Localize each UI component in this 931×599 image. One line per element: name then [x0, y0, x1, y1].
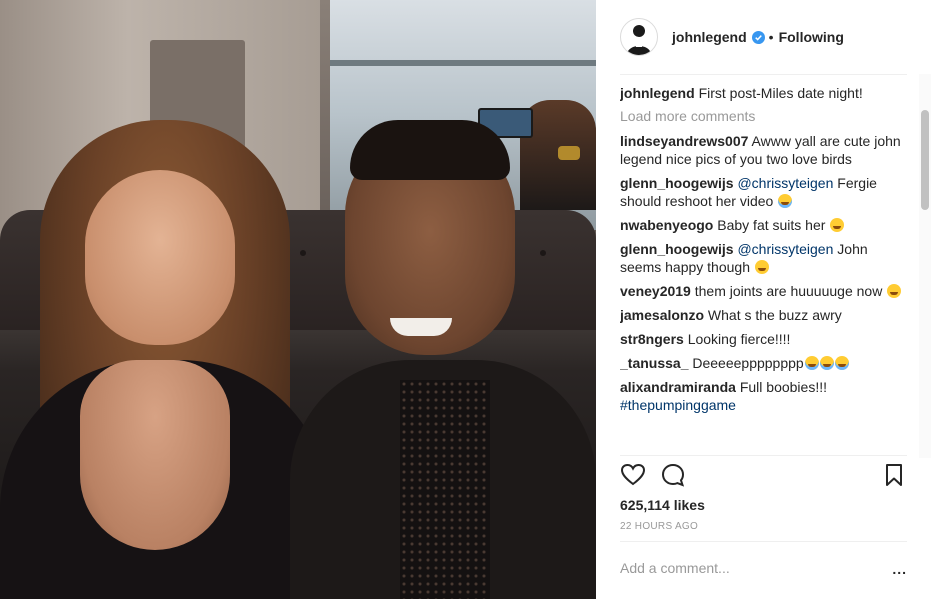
booth-tuft: [300, 250, 306, 256]
caption-username[interactable]: johnlegend: [620, 85, 695, 101]
comment-text: Baby fat suits her: [717, 217, 826, 233]
post-timestamp[interactable]: 22 HOURS AGO: [620, 521, 698, 532]
laughing-crying-emoji-icon: [804, 356, 819, 370]
load-more-comments-button[interactable]: Load more comments: [620, 108, 905, 124]
comment-item: veney2019 them joints are huuuuuge now: [620, 282, 905, 300]
comment-username[interactable]: alixandramiranda: [620, 379, 736, 395]
bookmark-icon[interactable]: [881, 462, 907, 488]
comment-item: nwabenyeogo Baby fat suits her: [620, 216, 905, 234]
comment-username[interactable]: nwabenyeogo: [620, 217, 713, 233]
post-header: johnlegend • Following: [620, 16, 907, 58]
comment-item: glenn_hoogewijs @chrissyteigen Fergie sh…: [620, 174, 905, 210]
photo-woman-neckline: [80, 360, 230, 550]
laughing-crying-emoji-icon: [819, 356, 834, 370]
verified-badge-icon: [751, 30, 765, 44]
comment-text: them joints are huuuuuge now: [694, 283, 883, 299]
divider: [620, 541, 907, 542]
following-button[interactable]: Following: [779, 29, 844, 45]
comment-username[interactable]: veney2019: [620, 283, 691, 299]
comment-item: _tanussa_ Deeeeepppppppp: [620, 354, 905, 372]
booth-tuft: [540, 250, 546, 256]
comment-mention-link[interactable]: @chrissyteigen: [737, 175, 833, 191]
flushed-emoji-icon: [887, 284, 902, 298]
comment-username[interactable]: str8ngers: [620, 331, 684, 347]
laughing-crying-emoji-icon: [834, 356, 849, 370]
likes-count[interactable]: 625,114 likes: [620, 497, 705, 513]
comment-icon[interactable]: [660, 462, 686, 488]
post-photo[interactable]: [0, 0, 596, 599]
add-comment-input[interactable]: [620, 560, 860, 576]
comment-username[interactable]: glenn_hoogewijs: [620, 241, 734, 257]
divider: [620, 455, 907, 456]
post-actions: [620, 462, 907, 492]
comment-mention-link[interactable]: @chrissyteigen: [737, 241, 833, 257]
laughing-crying-emoji-icon: [778, 194, 793, 208]
avatar[interactable]: [620, 18, 658, 56]
photo-man-shirt: [400, 380, 490, 599]
photo-window-bar: [330, 60, 596, 66]
divider: [620, 74, 907, 75]
caption: johnlegend First post-Miles date night!: [620, 84, 905, 102]
comments-list[interactable]: johnlegend First post-Miles date night! …: [620, 84, 905, 454]
comment-text: Deeeeepppppppp: [692, 355, 804, 371]
comment-text: Looking fierce!!!!: [687, 331, 791, 347]
post-side-panel: johnlegend • Following johnlegend First …: [596, 0, 931, 599]
avatar-portrait-icon: [627, 25, 651, 55]
photo-man-smile: [390, 318, 452, 336]
post-viewer: johnlegend • Following johnlegend First …: [0, 0, 931, 599]
comment-item: glenn_hoogewijs @chrissyteigen John seem…: [620, 240, 905, 276]
scrollbar-thumb[interactable]: [921, 110, 929, 210]
comment-text: What s the buzz awry: [707, 307, 842, 323]
comment-username[interactable]: _tanussa_: [620, 355, 688, 371]
caption-text: First post-Miles date night!: [698, 85, 863, 101]
kiss-emoji-icon: [830, 218, 845, 232]
post-username[interactable]: johnlegend: [672, 29, 747, 45]
more-options-icon[interactable]: ...: [892, 561, 907, 577]
comment-item: lindseyandrews007 Awww yall are cute joh…: [620, 132, 905, 168]
photo-man-hair: [350, 120, 510, 180]
grin-emoji-icon: [754, 260, 769, 274]
header-separator: •: [768, 29, 774, 45]
comment-username[interactable]: jamesalonzo: [620, 307, 704, 323]
photo-background-watch: [558, 146, 580, 160]
comment-item: jamesalonzo What s the buzz awry: [620, 306, 905, 324]
comment-text: Full boobies!!!: [739, 379, 827, 395]
comment-username[interactable]: glenn_hoogewijs: [620, 175, 734, 191]
comment-item: str8ngers Looking fierce!!!!: [620, 330, 905, 348]
comment-username[interactable]: lindseyandrews007: [620, 133, 748, 149]
comment-item: alixandramiranda Full boobies!!! #thepum…: [620, 378, 905, 414]
heart-icon[interactable]: [620, 462, 646, 488]
comment-hashtag-link[interactable]: #thepumpinggame: [620, 397, 736, 413]
photo-woman-face: [85, 170, 235, 345]
